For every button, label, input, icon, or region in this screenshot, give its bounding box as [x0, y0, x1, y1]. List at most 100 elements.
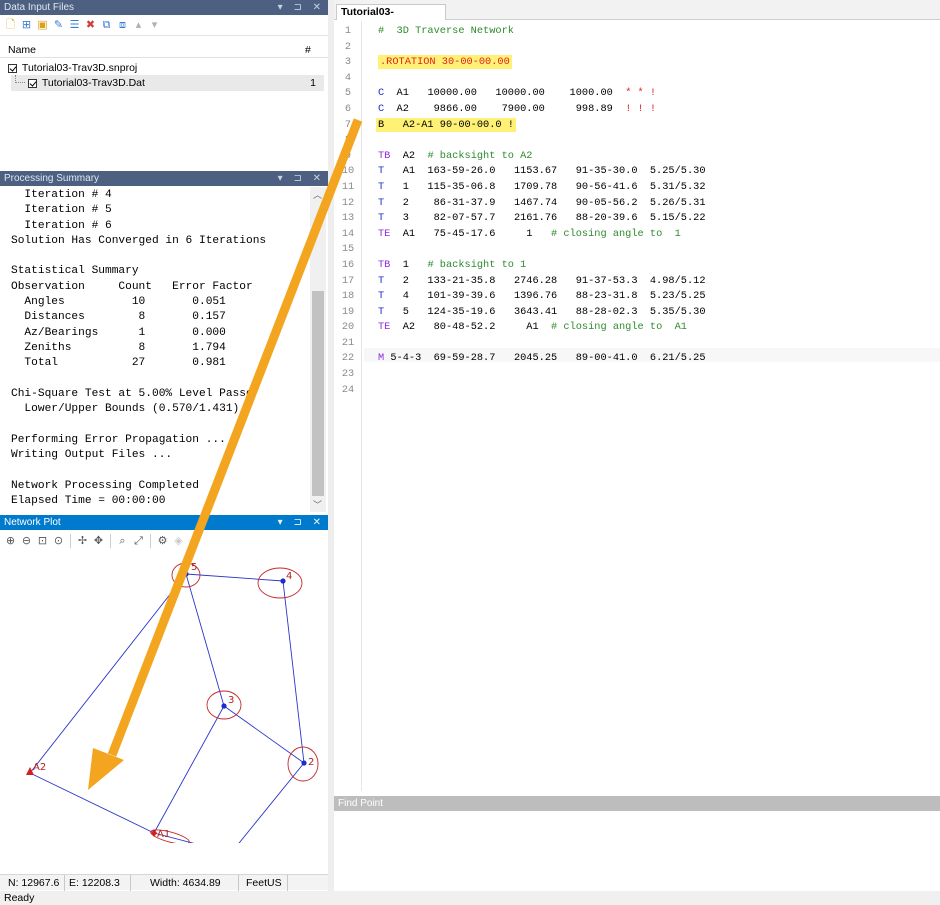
editor-tab[interactable]: Tutorial03-Trav3D.Dat x	[336, 4, 446, 32]
copy-file-icon[interactable]: ⧉	[100, 19, 113, 32]
paste-file-icon[interactable]: ⧈	[116, 19, 129, 32]
point-marker[interactable]	[183, 571, 189, 577]
file-count: 1	[310, 77, 316, 89]
project-label: Tutorial03-Trav3D.snproj	[21, 62, 138, 74]
zoom-extents-icon[interactable]: ⊙	[52, 535, 65, 548]
data-input-pane: Data Input Files ▾ ⊐ ✕ 🗋 ⊞ ▣ ✎ ☰ ✖ ⧉ ⧈ ▴…	[0, 0, 328, 165]
code-line-17: T 2 133-21-35.8 2746.28 91-37-53.3 4.98/…	[378, 274, 938, 290]
traverse-line	[29, 573, 187, 774]
record-code: TB	[378, 258, 391, 271]
zoom-in-icon[interactable]: ⊕	[4, 535, 17, 548]
record-code: TB	[378, 149, 391, 162]
code-line-3: .ROTATION 30-00-00.00	[378, 55, 938, 71]
scroll-down-icon[interactable]: ﹀	[313, 498, 322, 511]
record-body: 2 133-21-35.8 2746.28 91-37-53.3 4.98/5.…	[390, 274, 706, 287]
code-area[interactable]: # 3D Traverse Network .ROTATION 30-00-00…	[376, 24, 938, 398]
summary-line: Iteration # 6	[11, 219, 112, 232]
line-number: 23	[341, 368, 355, 381]
file-checkbox[interactable]	[27, 78, 37, 88]
summary-line: Lower/Upper Bounds (0.570/1.431)	[11, 403, 240, 416]
pan-icon[interactable]: ✢	[76, 535, 89, 548]
inverse-icon[interactable]: ⤢	[132, 535, 145, 548]
line-number: 20	[341, 321, 355, 334]
zoom-out-icon[interactable]: ⊖	[20, 535, 33, 548]
record-body: A1 75-45-17.6 1	[390, 227, 552, 240]
code-line-20: TE A2 80-48-52.2 A1 # closing angle to A…	[378, 320, 938, 336]
pane-controls[interactable]: ▾ ⊐ ✕	[278, 0, 325, 15]
editor-body[interactable]: 1 2 3 4 5 6 7 8 9 10 11 12 13 14 15 16 17 18 19 20 21 22 23 24 …	[334, 21, 940, 791]
line-number: 21	[341, 336, 355, 349]
code-line-13: T 3 82-07-57.7 2161.76 88-20-39.6 5.15/5…	[378, 211, 938, 227]
comment: # backsight to 1	[427, 258, 527, 271]
column-count-header[interactable]: #	[305, 42, 311, 58]
line-number: 4	[344, 71, 352, 84]
record-code: TE	[378, 227, 391, 240]
point-label-5: 5	[191, 562, 197, 573]
summary-line: Az/Bearings 1 0.000	[11, 326, 226, 339]
scroll-thumb[interactable]	[312, 291, 324, 496]
move-down-icon[interactable]: ▾	[148, 19, 161, 32]
summary-line	[11, 463, 307, 478]
network-plot-canvas[interactable]: 5 4 3 2 A2 A1 1	[0, 553, 328, 843]
tree-connector	[15, 75, 25, 83]
layers-icon[interactable]: ◈	[172, 535, 185, 548]
traverse-line	[238, 762, 305, 843]
move-up-icon[interactable]: ▴	[132, 19, 145, 32]
remove-file-icon[interactable]: ✖	[84, 19, 97, 32]
zoom-window-icon[interactable]: ⊡	[36, 535, 49, 548]
summary-line: Performing Error Propagation ...	[11, 433, 226, 446]
data-input-toolbar: 🗋 ⊞ ▣ ✎ ☰ ✖ ⧉ ⧈ ▴ ▾	[0, 16, 328, 36]
summary-line: Network Processing Completed	[11, 479, 199, 492]
line-number: 14	[341, 227, 355, 240]
comment: # backsight to A2	[427, 149, 533, 162]
move-icon[interactable]: ✥	[92, 535, 105, 548]
scroll-up-icon[interactable]: ︿	[313, 188, 322, 201]
summary-line: Observation Count Error Factor	[11, 280, 253, 293]
line-number: 17	[341, 274, 355, 287]
open-folder-icon[interactable]: ▣	[36, 19, 49, 32]
file-row-selected[interactable]: Tutorial03-Trav3D.Dat 1	[11, 75, 324, 91]
record-body: 3 82-07-57.7 2161.76 88-20-39.6 5.15/5.2…	[390, 212, 706, 225]
properties-icon[interactable]: ⚙	[156, 535, 169, 548]
data-input-title: Data Input Files	[4, 2, 75, 13]
point-marker[interactable]	[221, 703, 227, 709]
processing-scrollbar[interactable]: ︿ ﹀	[310, 187, 326, 512]
pane-controls[interactable]: ▾ ⊐ ✕	[278, 515, 325, 530]
find-point-pane: Find Point	[334, 796, 940, 891]
record-body: 1 115-35-06.8 1709.78 90-56-41.6 5.31/5.…	[390, 180, 706, 193]
traverse-line	[282, 580, 305, 764]
point-label-3: 3	[228, 695, 234, 706]
error-ellipse-4	[257, 567, 303, 599]
toolbar-separator	[70, 534, 71, 548]
record-code: T	[378, 290, 391, 303]
new-file-icon[interactable]: 🗋	[4, 19, 17, 32]
record-body: 1	[390, 258, 428, 271]
add-file-icon[interactable]: ⊞	[20, 19, 33, 32]
processing-text: Iteration # 4 Iteration # 5 Iteration # …	[11, 188, 307, 510]
record-body: 5-4-3 69-59-28.7 2045.25 89-00-41.0 6.21…	[384, 352, 706, 365]
edit-file-icon[interactable]: ✎	[52, 19, 65, 32]
pane-controls[interactable]: ▾ ⊐ ✕	[278, 171, 325, 186]
find-point-icon[interactable]: ⌕	[116, 535, 129, 548]
traverse-line	[185, 573, 225, 707]
point-marker[interactable]	[280, 578, 286, 584]
record-code: T	[378, 212, 391, 225]
bearing-record: B A2-A1 90-00-00.0 !	[376, 117, 516, 132]
point-label-4: 4	[286, 571, 292, 582]
project-checkbox[interactable]	[8, 63, 17, 73]
network-plot-pane: Network Plot ▾ ⊐ ✕ ⊕ ⊖ ⊡ ⊙ ✢ ✥ ⌕ ⤢ ⚙ ◈ 5…	[0, 515, 328, 843]
column-name-header[interactable]: Name	[8, 42, 36, 58]
point-marker[interactable]	[301, 760, 307, 766]
point-label-A2: A2	[33, 762, 46, 773]
find-point-title-bar: Find Point	[334, 796, 940, 811]
line-number: 11	[341, 180, 355, 193]
code-line-18: T 4 101-39-39.6 1396.76 88-23-31.8 5.23/…	[378, 289, 938, 305]
record-code: T	[378, 180, 391, 193]
list-icon[interactable]: ☰	[68, 19, 81, 32]
record-body: 4 101-39-39.6 1396.76 88-23-31.8 5.23/5.…	[390, 290, 706, 303]
summary-line: Chi-Square Test at 5.00% Level Passe	[11, 387, 253, 400]
project-row[interactable]: Tutorial03-Trav3D.snproj	[8, 61, 137, 75]
file-label: Tutorial03-Trav3D.Dat	[41, 77, 145, 89]
